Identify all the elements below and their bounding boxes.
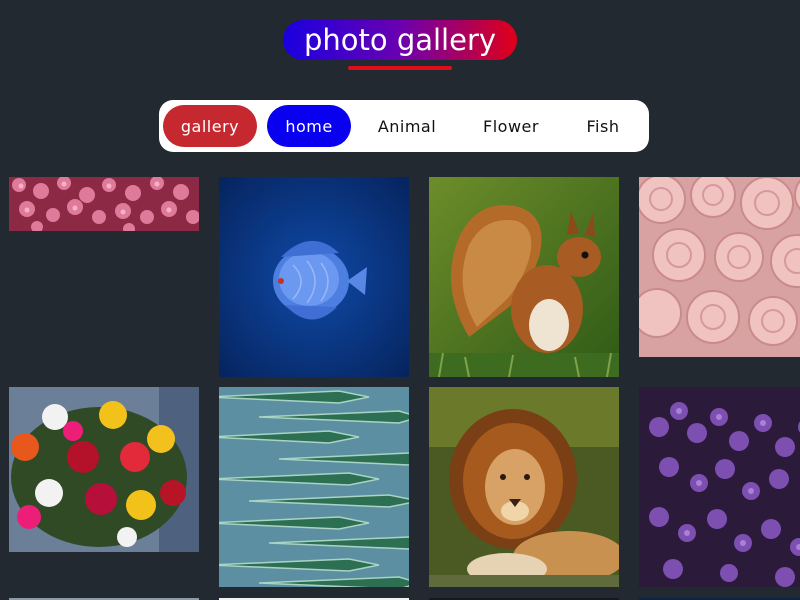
pink-flowers-image [9, 177, 199, 231]
photo-flower-bouquet[interactable] [9, 387, 199, 552]
lion-image [429, 387, 619, 587]
pink-roses-image [639, 177, 800, 357]
lilac-image [639, 387, 800, 587]
header: photo gallery [0, 20, 800, 70]
photo-pink-roses[interactable] [639, 177, 800, 357]
filter-home-button[interactable]: home [267, 105, 351, 147]
photo-purple-lilac[interactable] [639, 387, 800, 587]
page-title: photo gallery [282, 20, 518, 60]
squirrel-image [429, 177, 619, 377]
photo-blue-discus-fish[interactable] [219, 177, 409, 377]
photo-red-squirrel[interactable] [429, 177, 619, 377]
photo-gallery-page: photo gallery gallery home Animal Flower… [0, 0, 800, 600]
title-underline [348, 66, 452, 70]
filter-gallery-button[interactable]: gallery [163, 105, 257, 147]
filter-animal-button[interactable]: Animal [357, 105, 457, 147]
discus-fish-image [219, 177, 409, 377]
photo-barracuda-school[interactable] [219, 387, 409, 587]
filter-flower-button[interactable]: Flower [461, 105, 561, 147]
bouquet-image [9, 387, 199, 552]
barracuda-image [219, 387, 409, 587]
filter-bar: gallery home Animal Flower Fish [159, 100, 649, 152]
filter-fish-button[interactable]: Fish [563, 105, 643, 147]
photo-pink-flowers[interactable] [9, 177, 199, 231]
photo-lion[interactable] [429, 387, 619, 587]
